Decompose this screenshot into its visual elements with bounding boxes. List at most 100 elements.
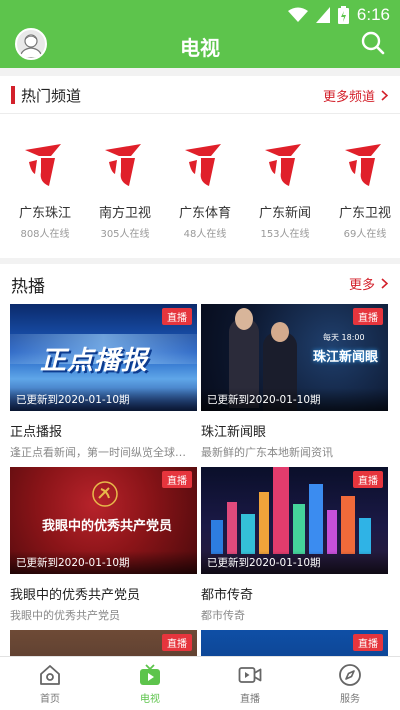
channel-name: 南方卫视	[98, 206, 151, 221]
nav-item-tv[interactable]: 电视	[100, 657, 200, 710]
broadcast-thumbnail: 正点播报 直播 已更新到2020-01-10期	[10, 304, 197, 411]
broadcast-thumbnail: 直播	[201, 630, 388, 656]
update-label: 已更新到2020-01-10期	[201, 388, 388, 411]
broadcast-subtitle: 我眼中的优秀共产党员	[10, 609, 120, 622]
channel-logo-icon	[345, 144, 381, 186]
compass-icon	[339, 664, 361, 686]
building-shape	[309, 484, 323, 554]
channel-logo-icon	[25, 144, 61, 186]
broadcast-card[interactable]: 每天 18:00 珠江新闻眼 直播 已更新到2020-01-10期 珠江新闻眼 …	[201, 304, 388, 460]
nav-item-service[interactable]: 服务	[300, 657, 400, 710]
broadcast-thumbnail: 直播 已更新到2020-01-10期	[201, 467, 388, 574]
anchor-head	[271, 322, 289, 342]
building-shape	[273, 467, 289, 554]
building-shape	[227, 502, 237, 554]
anchor-head	[235, 308, 253, 330]
hot-channels-section: 热门频道 更多频道 广东珠江 808人在线 南方卫视 305人在线 广东体育 4…	[0, 76, 400, 258]
update-label: 已更新到2020-01-10期	[10, 388, 197, 411]
building-shape	[259, 492, 269, 554]
broadcast-title: 我眼中的优秀共产党员	[10, 588, 141, 603]
channel-item[interactable]: 广东珠江 808人在线	[10, 142, 80, 240]
nav-label: 首页	[40, 694, 60, 705]
tv-icon	[140, 664, 160, 685]
channel-name: 广东体育	[178, 206, 231, 221]
bottom-nav: 首页 电视 直播 服务	[0, 656, 400, 710]
broadcast-card[interactable]: 直播	[10, 630, 197, 656]
channel-name: 广东新闻	[258, 206, 311, 221]
battery-icon	[337, 6, 349, 24]
channel-item[interactable]: 广东体育 48人在线	[170, 142, 240, 240]
broadcast-title: 珠江新闻眼	[201, 425, 267, 440]
live-badge: 直播	[353, 471, 383, 488]
live-camera-icon	[238, 667, 262, 683]
broadcast-thumbnail: 每天 18:00 珠江新闻眼 直播 已更新到2020-01-10期	[201, 304, 388, 411]
more-channels-link[interactable]: 更多频道	[323, 86, 388, 105]
broadcast-subtitle: 逢正点看新闻，第一时间纵览全球…	[10, 446, 186, 459]
page-title: 电视	[180, 36, 220, 60]
live-badge: 直播	[162, 634, 192, 651]
top-bar: 6:16 电视	[0, 0, 400, 68]
more-channels-label: 更多频道	[322, 90, 375, 105]
channel-item[interactable]: 广东新闻 153人在线	[250, 142, 320, 240]
hot-broadcasts-title: 热播	[11, 277, 45, 297]
nav-label: 电视	[140, 694, 160, 705]
home-icon	[40, 665, 60, 685]
update-label: 已更新到2020-01-10期	[201, 551, 388, 574]
live-badge: 直播	[353, 308, 383, 325]
app-root: 6:16 电视 热门频道 更多频道 广东珠江 808人在线 南方卫视 305人在…	[0, 0, 400, 710]
channel-item[interactable]: 广东卫视 69人在线	[330, 142, 400, 240]
thumbnail-title-text: 正点播报	[40, 346, 149, 376]
broadcast-card[interactable]: 直播 已更新到2020-01-10期 都市传奇 都市传奇	[201, 467, 388, 623]
channel-viewers: 153人在线	[260, 229, 310, 240]
chevron-right-icon	[381, 90, 388, 101]
search-icon[interactable]	[360, 30, 386, 56]
channel-item[interactable]: 南方卫视 305人在线	[90, 142, 160, 240]
nav-label: 直播	[240, 694, 260, 705]
building-shape	[211, 520, 223, 554]
section-accent-bar	[11, 86, 15, 104]
building-shape	[359, 518, 371, 554]
thumbnail-title-text: 我眼中的优秀共产党员	[42, 519, 173, 534]
channel-name: 广东卫视	[338, 206, 391, 221]
broadcast-thumbnail: 直播	[10, 630, 197, 656]
hot-channels-header: 热门频道 更多频道	[0, 76, 400, 114]
channel-viewers: 305人在线	[100, 229, 150, 240]
building-shape	[327, 510, 337, 554]
channel-viewers: 69人在线	[343, 229, 387, 240]
broadcast-card[interactable]: 直播	[201, 630, 388, 656]
hot-channels-title: 热门频道	[21, 87, 82, 105]
broadcast-subtitle: 最新鲜的广东本地新闻资讯	[201, 446, 333, 459]
more-broadcasts-link[interactable]: 更多	[349, 274, 388, 293]
broadcast-card[interactable]: 我眼中的优秀共产党员 直播 已更新到2020-01-10期 我眼中的优秀共产党员…	[10, 467, 197, 623]
wifi-icon	[287, 7, 308, 22]
thumbnail-caption-text: 每天 18:00	[323, 333, 365, 342]
live-badge: 直播	[353, 634, 383, 651]
broadcast-title: 正点播报	[10, 425, 63, 440]
chevron-right-icon	[381, 278, 388, 289]
nav-item-live[interactable]: 直播	[200, 657, 300, 710]
broadcast-subtitle: 都市传奇	[201, 609, 245, 622]
building-shape	[241, 514, 255, 554]
channel-list: 广东珠江 808人在线 南方卫视 305人在线 广东体育 48人在线 广东新闻 …	[0, 142, 400, 240]
update-label: 已更新到2020-01-10期	[10, 551, 197, 574]
broadcast-card[interactable]: 正点播报 直播 已更新到2020-01-10期 正点播报 逢正点看新闻，第一时间…	[10, 304, 197, 460]
status-time: 6:16	[356, 5, 390, 24]
status-bar: 6:16	[287, 4, 390, 26]
live-badge: 直播	[162, 471, 192, 488]
nav-item-home[interactable]: 首页	[0, 657, 100, 710]
thumbnail-title-text: 珠江新闻眼	[313, 350, 379, 365]
more-broadcasts-label: 更多	[348, 278, 375, 293]
channel-logo-icon	[265, 144, 301, 186]
channel-name: 广东珠江	[18, 206, 71, 221]
broadcast-title: 都市传奇	[201, 588, 254, 603]
channel-viewers: 808人在线	[20, 229, 70, 240]
building-shape	[293, 504, 305, 554]
broadcast-thumbnail: 我眼中的优秀共产党员 直播 已更新到2020-01-10期	[10, 467, 197, 574]
live-badge: 直播	[162, 308, 192, 325]
nav-label: 服务	[340, 694, 360, 705]
channel-logo-icon	[185, 144, 221, 186]
hot-broadcasts-section: 热播 更多 正点播报 直播 已更新到2020-01-10期 正点播报 逢正点看新…	[0, 264, 400, 656]
party-emblem-icon	[92, 481, 118, 507]
signal-icon	[315, 7, 330, 23]
channel-viewers: 48人在线	[183, 229, 227, 240]
